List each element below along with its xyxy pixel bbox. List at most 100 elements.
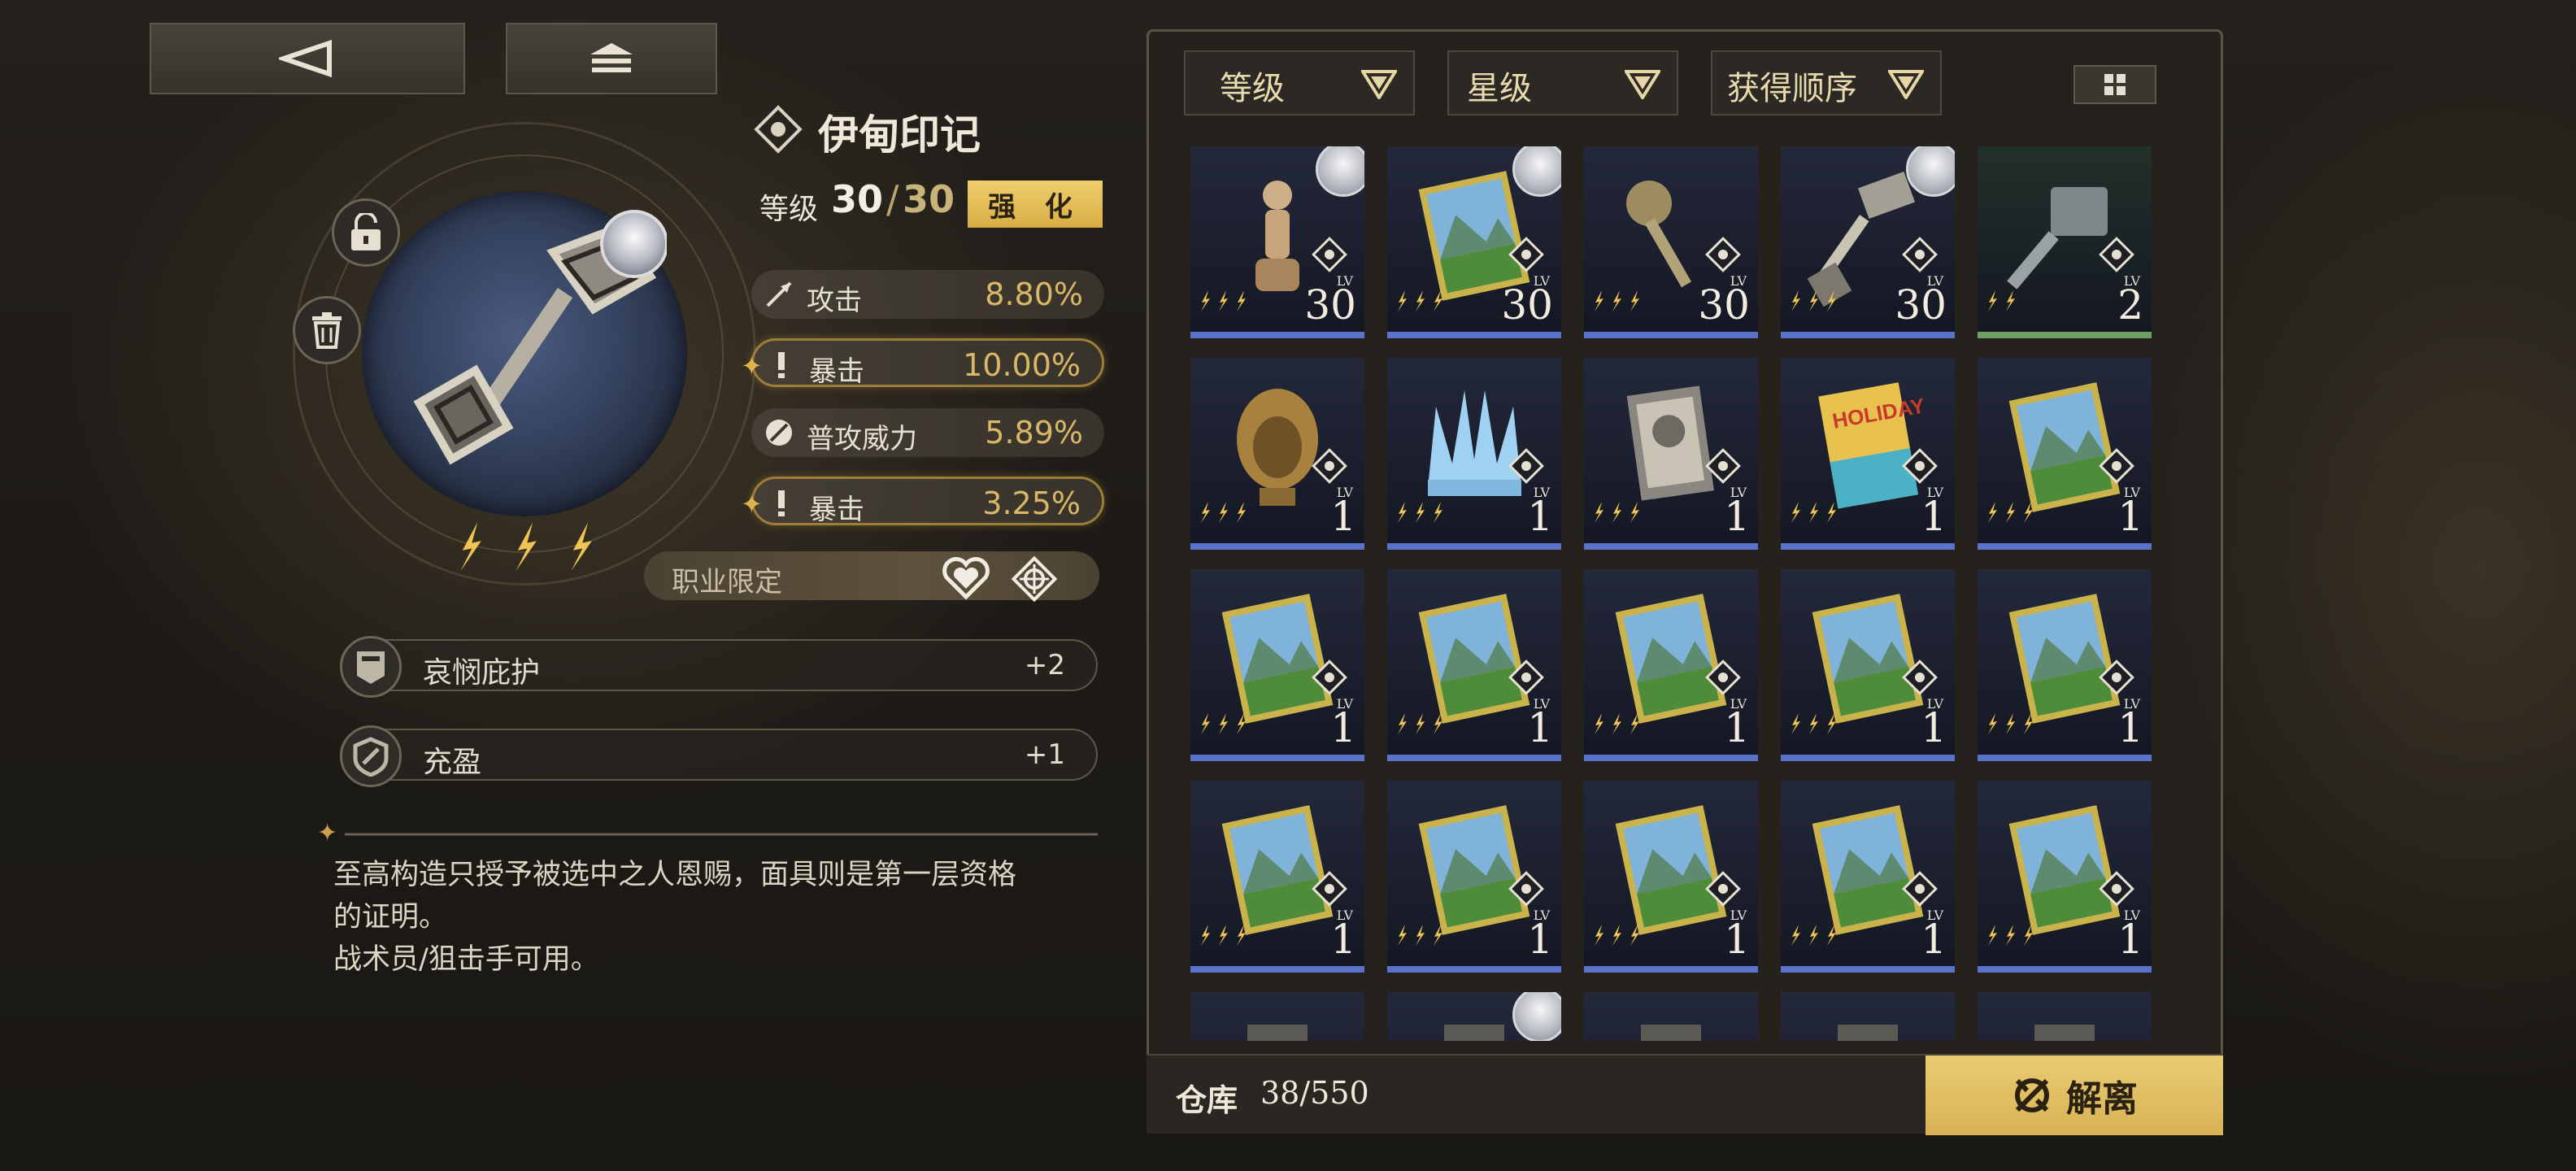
star-icon [1791, 290, 1800, 311]
rarity-bar [1190, 543, 1364, 550]
item-star-rating [451, 520, 599, 572]
inventory-item-card[interactable]: LV 1 [1190, 358, 1364, 550]
home-button[interactable] [506, 23, 717, 94]
skill-row[interactable]: 充盈 +1 [340, 725, 1098, 787]
stat-value: 3.25% [982, 485, 1081, 521]
inventory-item-card[interactable] [1978, 992, 2152, 1041]
inventory-item-card[interactable]: LV 30 [1584, 146, 1758, 338]
level-value: 30 [831, 177, 884, 221]
item-star-rating [1394, 924, 1446, 947]
star-icon [1791, 713, 1800, 734]
accessory-type-icon [1312, 448, 1347, 484]
inventory-item-card[interactable]: HOLIDAY LV 1 [1781, 358, 1955, 550]
inventory-item-card[interactable]: LV 30 [1781, 146, 1955, 338]
stat-name: 暴击 [809, 355, 864, 388]
lock-button[interactable] [332, 198, 400, 267]
inventory-item-card[interactable] [1781, 992, 1955, 1041]
stat-value: 8.80% [985, 276, 1083, 312]
skill-value: +1 [1024, 738, 1065, 771]
grid-view-toggle[interactable] [2073, 65, 2156, 104]
inventory-item-card[interactable]: LV 30 [1387, 146, 1561, 338]
item-description-line: 的证明。 [333, 901, 448, 934]
star-icon [2024, 925, 2033, 946]
star-icon [1612, 502, 1621, 523]
item-level: 1 [1921, 916, 1947, 963]
rarity-bar [1978, 332, 2152, 338]
inventory-grid[interactable]: LV 30 LV 30 LV 30 LV 30 LV 2 LV 1 LV 1 LV 1 HOLIDAY LV 1 LV… [1190, 146, 2166, 1041]
dismantle-icon [2015, 1078, 2049, 1112]
sort-dropdown-acquired-order[interactable]: 获得顺序 [1711, 50, 1942, 115]
upgrade-button[interactable]: 强 化 [968, 181, 1103, 228]
inventory-item-card[interactable]: LV 2 [1978, 146, 2152, 338]
dismantle-label: 解离 [2066, 1078, 2138, 1120]
skill-row[interactable]: 哀悯庇护 +2 [340, 636, 1098, 698]
inventory-item-card[interactable]: LV 1 [1584, 569, 1758, 761]
home-icon [590, 43, 633, 72]
inventory-item-card[interactable] [1584, 992, 1758, 1041]
stat-name: 攻击 [807, 285, 862, 317]
star-icon [460, 522, 481, 572]
star-icon [1201, 502, 1210, 523]
stat-value: 10.00% [963, 347, 1081, 383]
sort-dropdown-star[interactable]: 星级 [1447, 50, 1678, 115]
star-icon [1827, 502, 1836, 523]
star-icon [1398, 925, 1407, 946]
inventory-item-card[interactable]: LV 1 [1190, 569, 1364, 761]
inventory-item-card[interactable]: LV 1 [1584, 781, 1758, 973]
item-level: 1 [2117, 493, 2143, 540]
stat-name: 普攻威力 [807, 423, 917, 455]
inventory-item-card[interactable]: LV 1 [1190, 781, 1364, 973]
star-icon [1237, 502, 1246, 523]
accessory-type-icon [1902, 660, 1938, 695]
item-level: 1 [2117, 704, 2143, 751]
accessory-type-icon [1902, 237, 1938, 272]
star-icon [1219, 502, 1228, 523]
inventory-item-card[interactable]: LV 1 [1781, 569, 1955, 761]
item-level: 1 [1724, 916, 1750, 963]
inventory-item-card[interactable]: LV 1 [1978, 569, 2152, 761]
item-star-rating [1590, 712, 1643, 735]
item-level: 30 [1304, 281, 1356, 329]
inventory-item-card[interactable]: LV 1 [1781, 781, 1955, 973]
dismantle-button[interactable]: 解离 [1925, 1056, 2223, 1135]
sort-label: 星级 [1467, 70, 1532, 107]
accessory-type-icon [2099, 871, 2134, 907]
item-star-rating [1984, 289, 2018, 312]
accessory-type-icon [1508, 660, 1544, 695]
basic-attack-power-icon [766, 420, 792, 446]
item-level: 1 [1330, 493, 1356, 540]
item-star-rating [1394, 501, 1446, 524]
inventory-item-card[interactable]: LV 30 [1190, 146, 1364, 338]
item-star-rating [1197, 712, 1249, 735]
sort-label: 获得顺序 [1727, 70, 1857, 107]
rarity-bar [1584, 332, 1758, 338]
back-button[interactable] [150, 23, 465, 94]
delete-button[interactable] [293, 296, 361, 364]
inventory-item-card[interactable]: LV 1 [1978, 358, 2152, 550]
star-icon [2024, 502, 2033, 523]
inventory-item-card[interactable]: LV 1 [1387, 358, 1561, 550]
star-icon [1219, 290, 1228, 311]
star-icon [1398, 290, 1407, 311]
inventory-item-card[interactable]: LV 1 [1978, 781, 2152, 973]
star-icon [1809, 925, 1818, 946]
grid-icon [2104, 74, 2126, 95]
inventory-item-card[interactable]: LV 1 [1387, 569, 1561, 761]
inventory-item-card[interactable] [1387, 992, 1561, 1041]
item-level: 1 [1921, 704, 1947, 751]
item-star-rating [1787, 924, 1839, 947]
inventory-item-card[interactable] [1190, 992, 1364, 1041]
item-star-rating [1590, 924, 1643, 947]
star-icon [1809, 502, 1818, 523]
star-icon [1988, 290, 1997, 311]
skill-name: 充盈 [423, 746, 482, 779]
inventory-item-card[interactable]: LV 1 [1584, 358, 1758, 550]
rarity-bar [1978, 755, 2152, 761]
item-name: 伊甸印记 [818, 111, 981, 159]
accessory-type-icon [1902, 448, 1938, 484]
sort-dropdown-level[interactable]: 等级 [1184, 50, 1415, 115]
rarity-bar [1781, 966, 1955, 973]
star-icon [1201, 925, 1210, 946]
inventory-item-card[interactable]: LV 1 [1387, 781, 1561, 973]
star-icon [1630, 925, 1639, 946]
